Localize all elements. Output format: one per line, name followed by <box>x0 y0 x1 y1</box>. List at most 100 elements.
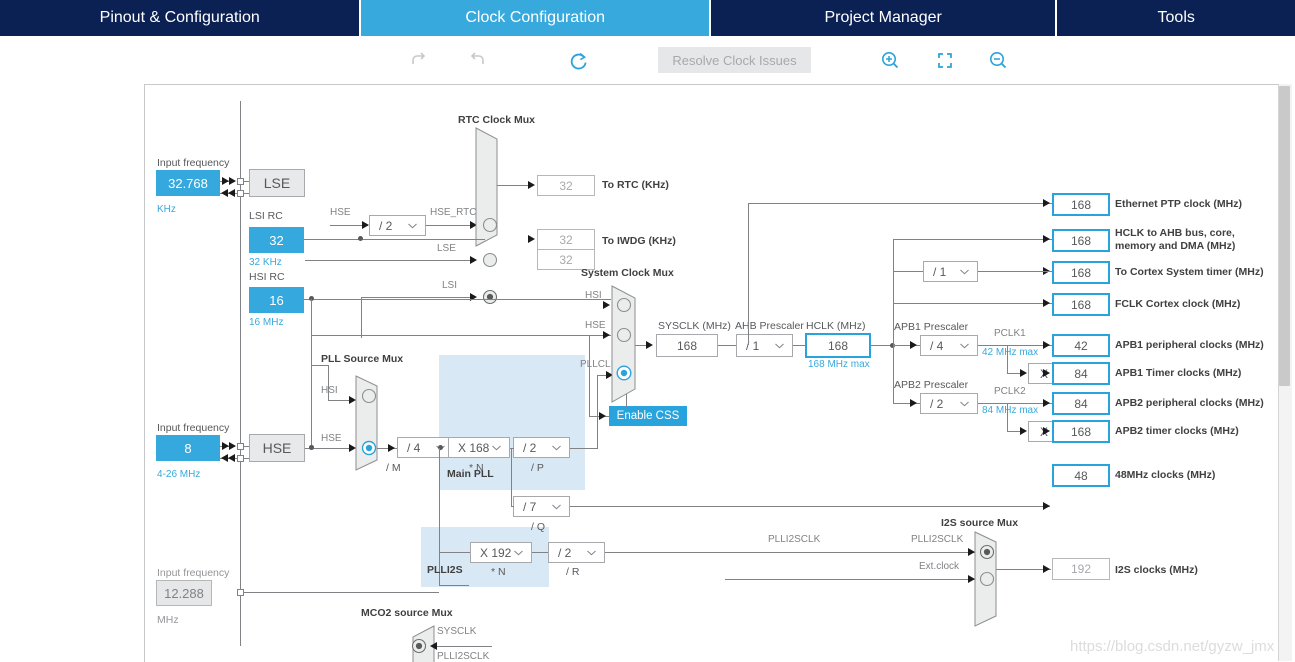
sys-mux-option-hse[interactable] <box>615 326 633 344</box>
cortex-systick-divider-combo[interactable]: / 1 <box>923 261 978 282</box>
output-label-48mhz: 48MHz clocks (MHz) <box>1115 469 1216 481</box>
hclk-value-box: 168 <box>805 333 871 358</box>
hse-source-box[interactable]: HSE <box>249 434 305 462</box>
lse-input-frequency-field[interactable]: 32.768 <box>156 170 220 196</box>
plli2sclk-mux-label: PLLI2SCLK <box>911 534 964 545</box>
apb1-prescaler-caption: APB1 Prescaler <box>894 321 969 333</box>
chevron-down-icon <box>775 343 784 348</box>
main-pll-q-combo[interactable]: / 7 <box>513 496 570 517</box>
undo-icon[interactable] <box>408 48 434 74</box>
plli2s-r-sub-label: / R <box>566 566 580 578</box>
chevron-down-icon <box>492 445 501 450</box>
hse-input-frequency-field[interactable]: 8 <box>156 435 220 461</box>
sys-mux-option-hsi[interactable] <box>615 296 633 314</box>
reset-icon[interactable] <box>566 48 592 74</box>
plli2sclk-wire-label: PLLI2SCLK <box>768 534 821 545</box>
hclk-caption: HCLK (MHz) <box>806 320 866 332</box>
chevron-down-icon <box>408 223 417 228</box>
clock-tree-canvas[interactable]: Input frequency 32.768 KHz LSE HSE / 2 H… <box>144 84 1292 662</box>
pclk1-max-note: 42 MHz max <box>982 347 1039 358</box>
chevron-down-icon <box>587 550 596 555</box>
mco2-mux-option-sysclk[interactable] <box>410 637 428 655</box>
main-pll-p-combo[interactable]: / 2 <box>513 437 570 458</box>
output-value-hclk-ahb: 168 <box>1052 229 1110 252</box>
output-value-48mhz: 48 <box>1052 464 1110 487</box>
main-pll-q-value: / 7 <box>523 499 537 514</box>
i2s-input-frequency-field[interactable]: 12.288 <box>156 580 212 606</box>
mco2-plli2sclk-wire-label: PLLI2SCLK <box>437 651 490 662</box>
rtc-mux-option-hse-rtc[interactable] <box>481 216 499 234</box>
ahb-prescaler-combo[interactable]: / 1 <box>736 334 793 357</box>
i2s-mux-option-plli2sclk[interactable] <box>978 543 996 561</box>
pll-mux-option-hsi[interactable] <box>360 387 378 405</box>
i2s-clocks-label: I2S clocks (MHz) <box>1115 564 1198 576</box>
i2s-clocks-value-box: 192 <box>1052 558 1110 580</box>
redo-icon[interactable] <box>462 48 488 74</box>
main-pll-n-combo[interactable]: X 168 <box>448 437 510 458</box>
rtc-mux-option-lsi[interactable] <box>481 288 499 306</box>
zoom-out-icon[interactable] <box>985 48 1011 74</box>
hse-rtc-divider-value: / 2 <box>379 218 393 233</box>
sys-mux-option-pllclk[interactable] <box>615 364 633 382</box>
output-value-cortex-systick: 168 <box>1052 261 1110 284</box>
mco2-source-mux-title: MCO2 source Mux <box>361 607 453 619</box>
hsi-value-box: 16 <box>249 287 304 313</box>
hse-rtc-out-label: HSE_RTC <box>430 207 477 218</box>
zoom-in-icon[interactable] <box>877 48 903 74</box>
pll-source-mux-title: PLL Source Mux <box>321 353 404 365</box>
tab-project-manager[interactable]: Project Manager <box>710 0 1056 36</box>
tab-pinout-configuration[interactable]: Pinout & Configuration <box>0 0 360 36</box>
chevron-down-icon <box>960 343 969 348</box>
main-pll-q-sub-label: / Q <box>531 521 546 533</box>
rtc-clock-mux-title: RTC Clock Mux <box>458 114 536 126</box>
output-value-apb1-peripheral: 42 <box>1052 334 1110 357</box>
sys-hse-wire-label: HSE <box>585 320 606 331</box>
plli2s-r-combo[interactable]: / 2 <box>548 542 605 563</box>
tab-clock-configuration[interactable]: Clock Configuration <box>361 0 709 36</box>
lse-unit-label: KHz <box>157 204 176 215</box>
apb2-prescaler-value: / 2 <box>930 396 944 411</box>
main-pll-p-value: / 2 <box>523 440 537 455</box>
main-pll-n-sub-label: * N <box>469 462 484 474</box>
pll-hsi-wire-label: HSI <box>321 385 338 396</box>
i2s-mux-option-ext-clock[interactable] <box>978 570 996 588</box>
sys-hsi-wire-label: HSI <box>585 290 602 301</box>
output-label-apb2-peripheral: APB2 peripheral clocks (MHz) <box>1115 397 1264 409</box>
main-pll-n-value: X 168 <box>458 440 490 455</box>
i2s-input-caption: Input frequency <box>157 567 230 579</box>
pclk1-label: PCLK1 <box>994 328 1026 339</box>
to-iwdg-label: To IWDG (KHz) <box>602 235 676 247</box>
lse-source-box[interactable]: LSE <box>249 169 305 197</box>
output-label-ethernet-ptp: Ethernet PTP clock (MHz) <box>1115 198 1242 210</box>
watermark-text: https://blog.csdn.net/gyzw_jmx <box>1070 638 1275 655</box>
plli2s-n-value: X 192 <box>480 545 512 560</box>
clock-toolbar <box>0 36 1295 84</box>
output-label-fclk-cortex: FCLK Cortex clock (MHz) <box>1115 298 1241 310</box>
output-value-fclk-cortex: 168 <box>1052 293 1110 316</box>
rtc-mux-option-lse[interactable] <box>481 251 499 269</box>
system-clock-mux-title: System Clock Mux <box>581 267 674 279</box>
chevron-down-icon <box>960 269 969 274</box>
pll-mux-option-hse[interactable] <box>360 439 378 457</box>
hse-rtc-divider-combo[interactable]: / 2 <box>369 215 426 236</box>
output-value-apb1-timer: 84 <box>1052 362 1110 385</box>
main-pll-p-sub-label: / P <box>531 462 544 474</box>
enable-css-button[interactable]: Enable CSS <box>609 406 687 426</box>
apb2-prescaler-combo[interactable]: / 2 <box>920 393 978 414</box>
resolve-clock-issues-button[interactable]: Resolve Clock Issues <box>658 47 811 73</box>
lse-mux-wire-label: LSE <box>437 243 456 254</box>
plli2s-n-sub-label: * N <box>491 566 506 578</box>
lse-input-caption: Input frequency <box>157 157 230 169</box>
output-value-ethernet-ptp: 168 <box>1052 193 1110 216</box>
canvas-scrollbar-thumb[interactable] <box>1279 86 1290 386</box>
pll-m-divider-combo[interactable]: / 4 <box>397 437 454 458</box>
lsi-value-box: 32 <box>249 227 304 253</box>
tab-tools[interactable]: Tools <box>1057 0 1295 36</box>
plli2s-r-value: / 2 <box>558 545 572 560</box>
apb2-prescaler-caption: APB2 Prescaler <box>894 379 969 391</box>
plli2s-n-combo[interactable]: X 192 <box>470 542 532 563</box>
to-rtc-value-box2: 32 <box>537 175 595 196</box>
fit-to-screen-icon[interactable] <box>932 48 958 74</box>
chevron-down-icon <box>514 550 523 555</box>
apb1-prescaler-combo[interactable]: / 4 <box>920 335 978 356</box>
